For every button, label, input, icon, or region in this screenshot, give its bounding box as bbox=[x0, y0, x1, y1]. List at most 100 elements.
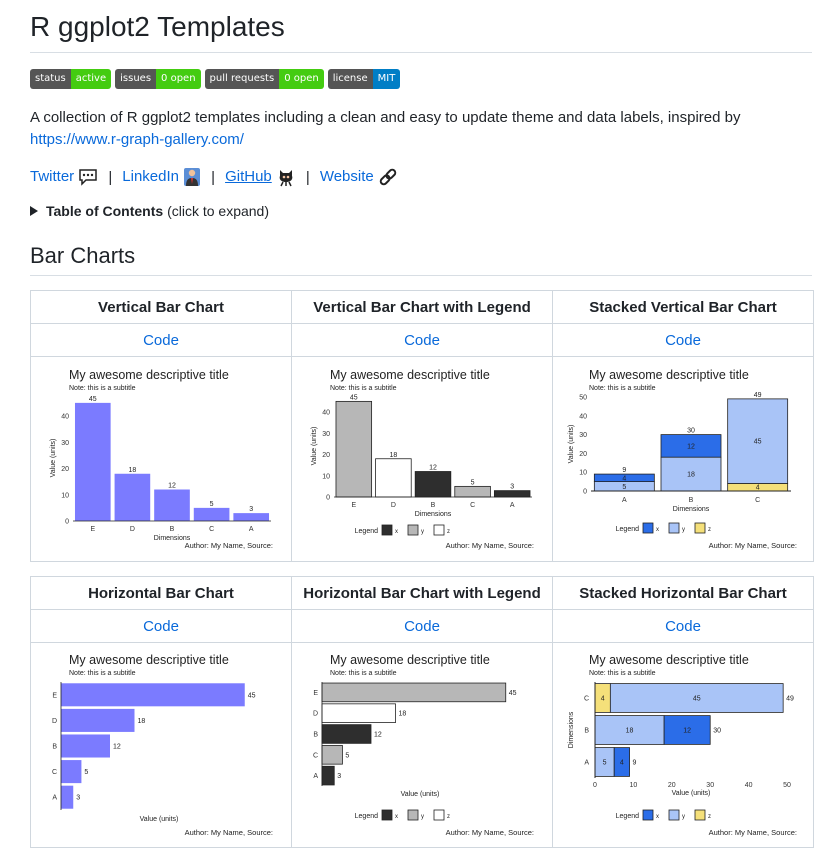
charts-table-row1: Vertical Bar Chart Vertical Bar Chart wi… bbox=[30, 290, 814, 562]
y-tick-label: 40 bbox=[579, 413, 587, 420]
y-tick-label: 0 bbox=[65, 519, 69, 526]
y-tick-label: 40 bbox=[61, 414, 69, 421]
y-tick-label: 40 bbox=[322, 410, 330, 417]
code-link[interactable]: Code bbox=[143, 618, 179, 635]
legend-label: x bbox=[395, 529, 398, 535]
legend-label: x bbox=[656, 814, 659, 820]
legend-title: Legend bbox=[355, 813, 378, 820]
badge-row: status active issues 0 open pull requests 0 o… bbox=[30, 69, 812, 89]
chart-title: My awesome descriptive title bbox=[330, 653, 490, 667]
y-tick-label: B bbox=[52, 744, 57, 751]
x-tick-label: 50 bbox=[783, 782, 791, 789]
legend-key-y bbox=[668, 522, 680, 534]
code-link[interactable]: Code bbox=[404, 618, 440, 635]
chart-subtitle: Note: this is a subtitle bbox=[589, 385, 656, 392]
x-tick-label: 40 bbox=[745, 782, 753, 789]
y-tick-label: 10 bbox=[322, 473, 330, 480]
data-label: 18 bbox=[687, 472, 695, 479]
code-link[interactable]: Code bbox=[143, 332, 179, 349]
total-label: 49 bbox=[786, 696, 794, 703]
badge-value: 0 open bbox=[156, 69, 201, 89]
total-label: 30 bbox=[687, 428, 695, 435]
description: A collection of R ggplot2 templates incl… bbox=[30, 107, 812, 151]
r-graph-gallery-link[interactable]: https://www.r-graph-gallery.com/ bbox=[30, 131, 244, 148]
legend-label: z bbox=[447, 814, 450, 820]
separator: | bbox=[108, 168, 113, 186]
x-tick-label: C bbox=[209, 526, 214, 533]
x-tick-label: C bbox=[470, 502, 475, 509]
x-tick-label: A bbox=[622, 497, 627, 504]
badge-pull-requests[interactable]: pull requests 0 open bbox=[204, 69, 324, 89]
x-tick-label: A bbox=[249, 526, 254, 533]
data-label: 12 bbox=[374, 732, 382, 739]
bar-b bbox=[414, 471, 452, 498]
triangle-right-icon bbox=[30, 206, 38, 216]
speech-bubble-icon bbox=[79, 169, 98, 186]
data-label: 4 bbox=[622, 475, 626, 482]
charts-table-row2: Horizontal Bar Chart Horizontal Bar Char… bbox=[30, 576, 814, 848]
bar-c bbox=[193, 507, 230, 521]
horizontal-bar-chart-with-legend: My awesome descriptive title Note: this i… bbox=[306, 650, 538, 840]
data-label: 5 bbox=[210, 501, 214, 508]
header-cell: Vertical Bar Chart bbox=[30, 290, 292, 324]
data-label: 5 bbox=[471, 479, 475, 486]
website-link[interactable]: Website bbox=[320, 168, 374, 185]
code-link[interactable]: Code bbox=[665, 332, 701, 349]
chart-caption: Author: My Name, Source: bbox=[446, 541, 534, 550]
chart-title: My awesome descriptive title bbox=[69, 368, 229, 382]
total-label: 9 bbox=[633, 760, 637, 767]
badge-license[interactable]: license MIT bbox=[327, 69, 401, 89]
bar-d bbox=[375, 458, 412, 498]
legend-title: Legend bbox=[616, 526, 639, 533]
bar-b bbox=[154, 489, 190, 521]
badge-label: license bbox=[327, 69, 373, 89]
y-tick-label: 30 bbox=[322, 431, 330, 438]
chart-subtitle: Note: this is a subtitle bbox=[69, 385, 136, 392]
stacked-vertical-bar-chart: My awesome descriptive title Note: this i… bbox=[565, 365, 801, 553]
y-axis-label: Value (units) bbox=[568, 425, 575, 464]
data-label: 45 bbox=[754, 439, 762, 446]
linkedin-link[interactable]: LinkedIn bbox=[122, 168, 179, 185]
header-cell: Stacked Vertical Bar Chart bbox=[552, 290, 814, 324]
y-axis-label: Dimensions bbox=[568, 711, 575, 748]
data-label: 12 bbox=[113, 744, 121, 751]
code-link[interactable]: Code bbox=[404, 332, 440, 349]
twitter-link[interactable]: Twitter bbox=[30, 168, 74, 185]
y-tick-label: 30 bbox=[579, 432, 587, 439]
badge-value: active bbox=[70, 69, 112, 89]
y-tick-label: B bbox=[313, 732, 318, 739]
horizontal-bar-chart: My awesome descriptive title Note: this i… bbox=[45, 650, 277, 840]
chart-title: My awesome descriptive title bbox=[589, 653, 749, 667]
chart-title: My awesome descriptive title bbox=[69, 653, 229, 667]
chart-caption: Author: My Name, Source: bbox=[185, 541, 273, 550]
header-cell: Vertical Bar Chart with Legend bbox=[291, 290, 553, 324]
x-tick-label: B bbox=[689, 497, 694, 504]
github-link[interactable]: GitHub bbox=[225, 168, 272, 185]
badge-issues[interactable]: issues 0 open bbox=[115, 69, 201, 89]
y-tick-label: A bbox=[584, 760, 589, 767]
y-tick-label: 20 bbox=[579, 451, 587, 458]
x-tick-label: 30 bbox=[706, 782, 714, 789]
chart-title: My awesome descriptive title bbox=[330, 368, 490, 382]
legend-key-x bbox=[381, 809, 393, 821]
data-label: 3 bbox=[249, 506, 253, 513]
data-label: 45 bbox=[350, 394, 358, 401]
person-in-suit-icon bbox=[184, 168, 201, 186]
chart-caption: Author: My Name, Source: bbox=[185, 828, 273, 837]
x-axis-label: Dimensions bbox=[415, 511, 452, 518]
bar-d bbox=[321, 703, 396, 723]
data-label: 12 bbox=[429, 465, 437, 472]
chart-subtitle: Note: this is a subtitle bbox=[330, 670, 397, 677]
legend-key-z bbox=[694, 522, 706, 534]
legend-label: z bbox=[708, 527, 711, 533]
y-tick-label: B bbox=[584, 728, 589, 735]
code-link[interactable]: Code bbox=[665, 618, 701, 635]
y-axis-label: Value (units) bbox=[50, 439, 57, 478]
legend-label: y bbox=[421, 529, 424, 535]
legend-key-x bbox=[642, 522, 654, 534]
legend-label: x bbox=[395, 814, 398, 820]
data-label: 4 bbox=[601, 696, 605, 703]
legend-title: Legend bbox=[616, 813, 639, 820]
badge-status[interactable]: status active bbox=[30, 69, 112, 89]
table-of-contents-toggle[interactable]: Table of Contents (click to expand) bbox=[30, 203, 812, 219]
